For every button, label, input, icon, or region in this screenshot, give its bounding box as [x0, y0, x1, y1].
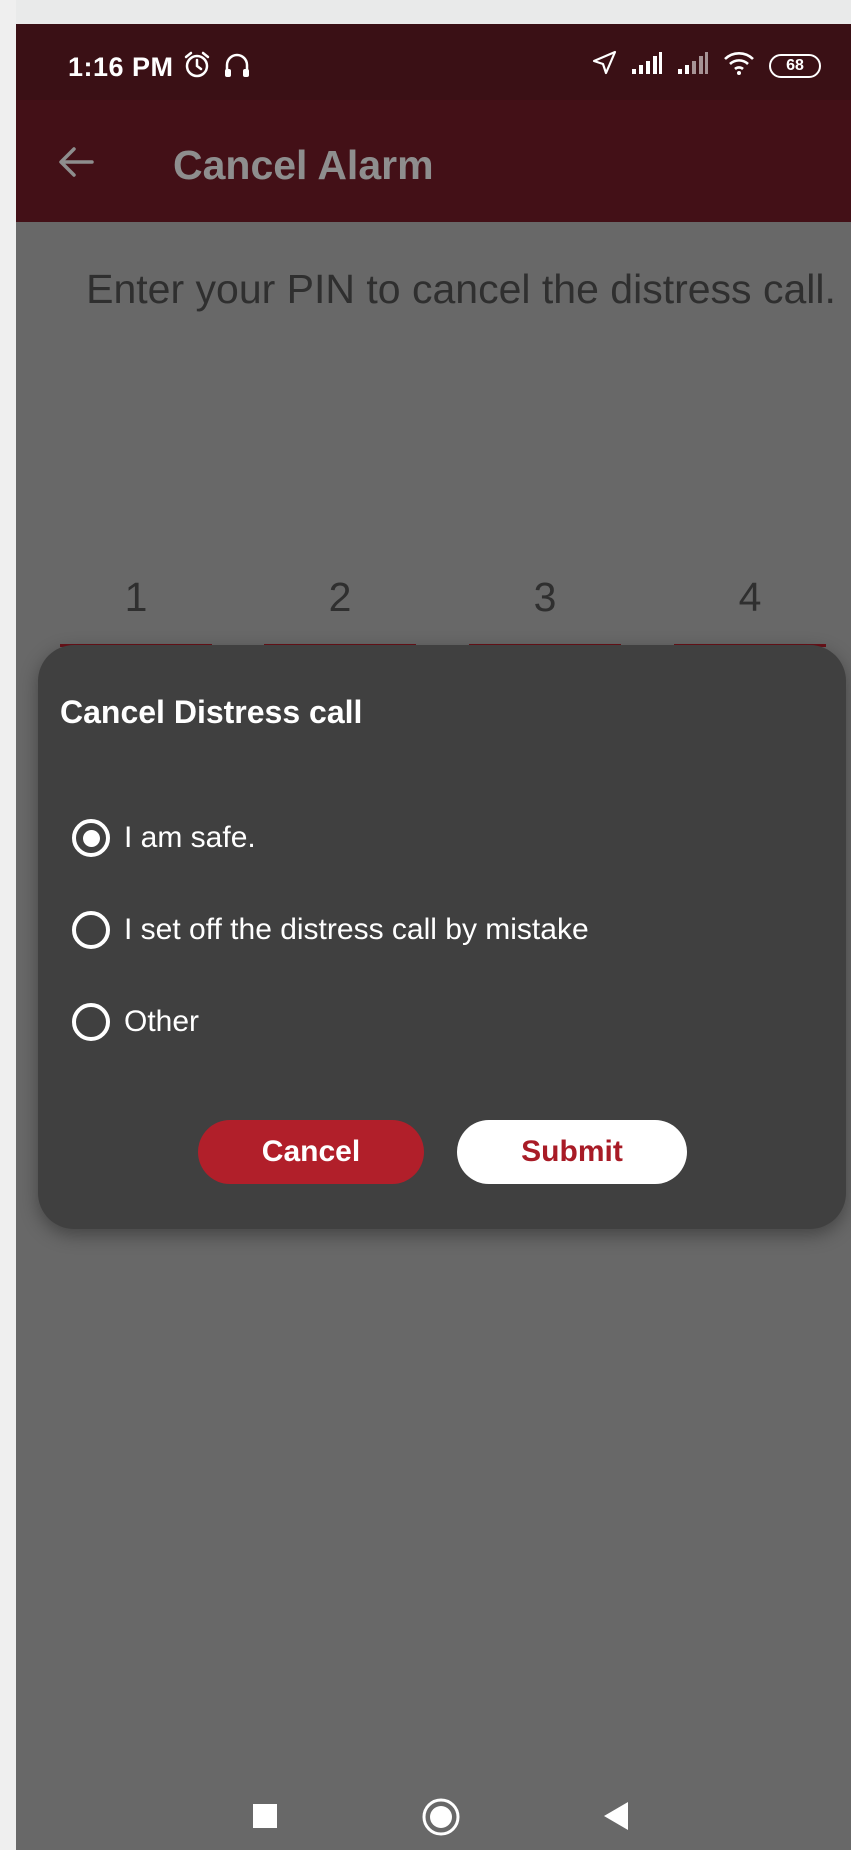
location-arrow-icon: [591, 50, 617, 81]
pin-field-3[interactable]: 3: [469, 562, 621, 647]
option-other[interactable]: Other: [72, 999, 199, 1045]
status-icons-right: 68: [591, 50, 821, 81]
pin-digit: 1: [124, 574, 148, 620]
option-label: I am safe.: [124, 821, 256, 854]
signal-1-icon: [631, 51, 663, 80]
option-label: I set off the distress call by mistake: [124, 913, 589, 946]
submit-button[interactable]: Submit: [457, 1120, 687, 1184]
signal-2-icon: [677, 51, 709, 80]
radio-unselected-icon[interactable]: [72, 911, 110, 949]
headphones-icon: [222, 50, 252, 85]
radio-unselected-icon[interactable]: [72, 1003, 110, 1041]
pin-instruction: Enter your PIN to cancel the distress ca…: [86, 266, 836, 312]
recents-square-icon[interactable]: [252, 1803, 278, 1834]
battery-level: 68: [786, 56, 804, 74]
option-i-am-safe[interactable]: I am safe.: [72, 815, 256, 861]
pin-entry: 1 2 3 4: [60, 562, 850, 647]
battery-icon: 68: [769, 53, 821, 78]
radio-selected-icon[interactable]: [72, 819, 110, 857]
alarm-clock-icon: [182, 50, 212, 85]
wifi-icon: [723, 50, 755, 81]
option-label: Other: [124, 1005, 200, 1038]
arrow-left-icon[interactable]: [56, 142, 96, 182]
back-triangle-icon[interactable]: [602, 1801, 630, 1836]
home-circle-icon[interactable]: [421, 1797, 461, 1842]
pin-digit: 4: [738, 574, 762, 620]
page-title: Cancel Alarm: [173, 142, 434, 188]
status-icons-left: [182, 50, 252, 85]
option-by-mistake[interactable]: I set off the distress call by mistake: [72, 907, 589, 953]
pin-field-4[interactable]: 4: [674, 562, 826, 647]
phone-screen: 1:16 PM 68 Cancel Alarm Enter your PIN t…: [16, 24, 851, 1850]
app-bar: Cancel Alarm: [16, 100, 851, 222]
status-bar: 1:16 PM 68: [16, 24, 851, 100]
dialog-title: Cancel Distress call: [60, 694, 363, 730]
pin-digit: 3: [533, 574, 557, 620]
status-time: 1:16 PM: [68, 52, 174, 82]
cancel-button[interactable]: Cancel: [198, 1120, 424, 1184]
pin-digit: 2: [328, 574, 352, 620]
navigation-bar: [16, 1794, 851, 1850]
background-strip: [0, 0, 16, 1850]
pin-field-1[interactable]: 1: [60, 562, 212, 647]
pin-field-2[interactable]: 2: [264, 562, 416, 647]
